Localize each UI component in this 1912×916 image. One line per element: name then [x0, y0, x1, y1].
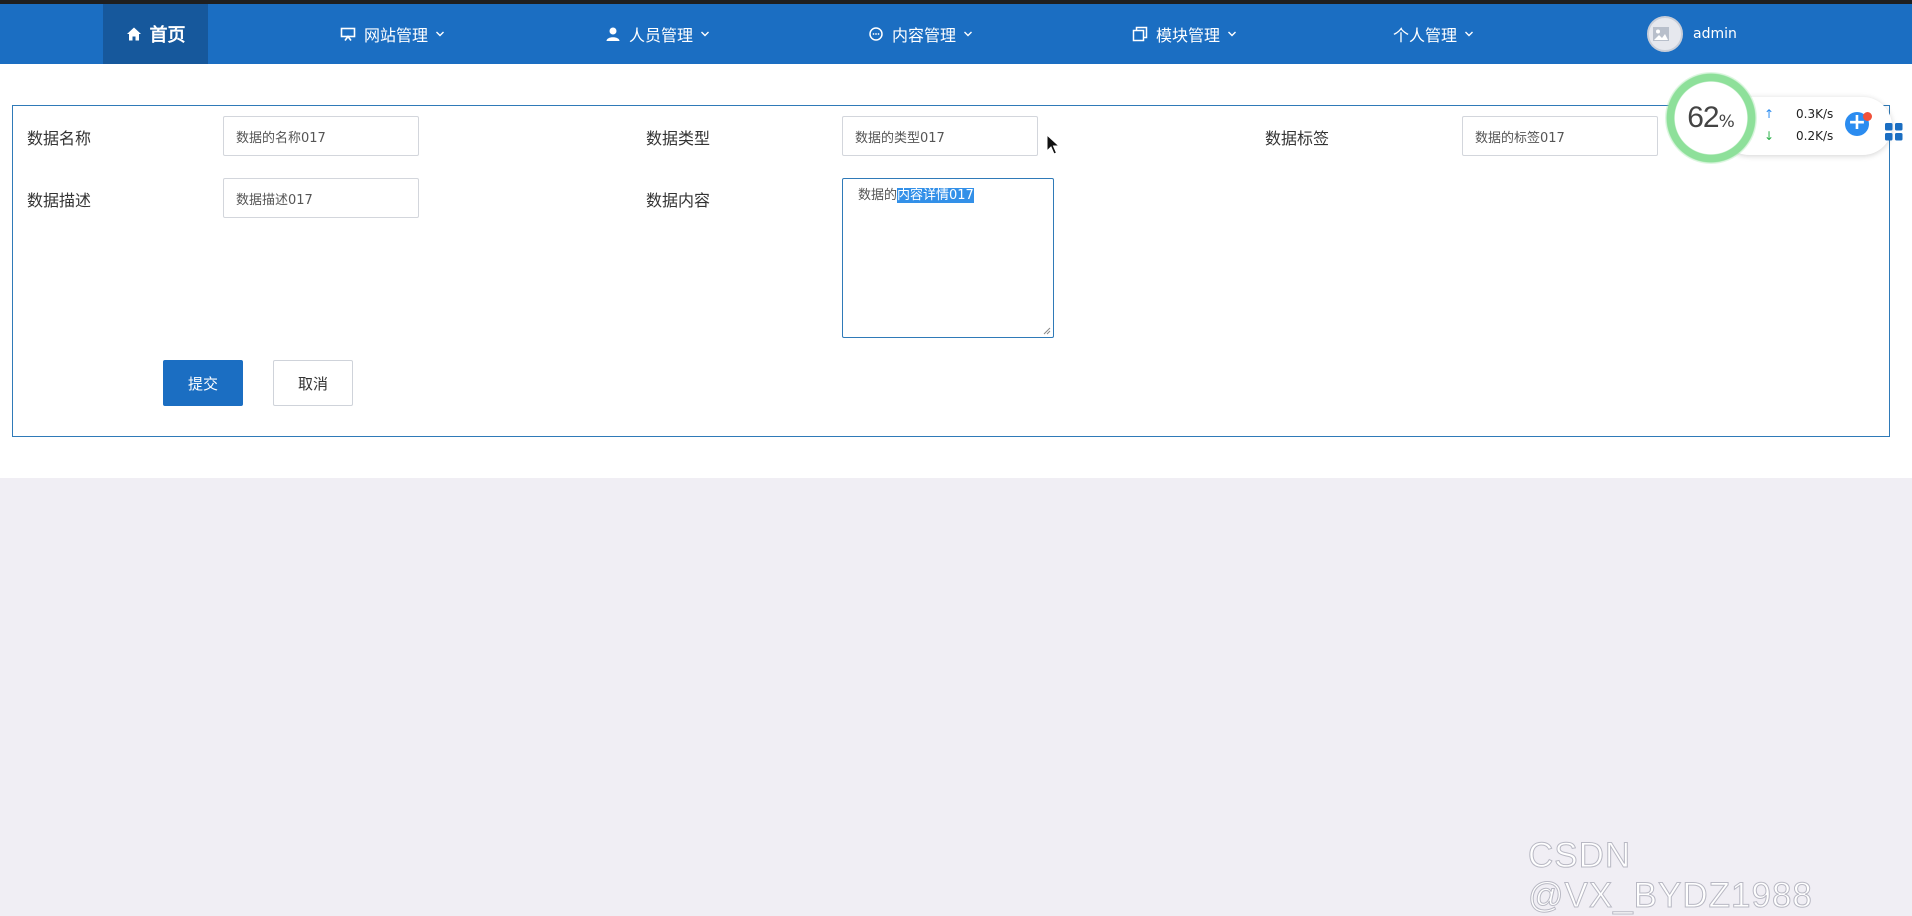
submit-button[interactable]: 提交: [163, 360, 243, 406]
chat-icon: [869, 27, 883, 41]
nav-personal-management-label: 个人管理: [1393, 26, 1458, 45]
chevron-down-icon: [436, 31, 445, 37]
nav-content-management-label: 内容管理: [892, 26, 957, 45]
description-input[interactable]: [223, 178, 419, 218]
content-text: 数据的: [858, 188, 898, 203]
download-arrow-icon: ↓: [1764, 129, 1775, 143]
chevron-down-icon: [964, 31, 973, 37]
mouse-cursor-icon: [1046, 134, 1060, 155]
nav-site-management-label: 网站管理: [364, 26, 429, 45]
description-label: 数据描述: [27, 191, 92, 210]
download-speed: 0.2K/s: [1796, 129, 1834, 143]
cancel-button[interactable]: 取消: [273, 360, 353, 406]
type-label: 数据类型: [646, 129, 711, 148]
content-selected-text: 内容详情017: [897, 188, 974, 203]
image-placeholder-icon: [1653, 27, 1669, 41]
upload-speed-row: ↑ 0.3K/s: [1764, 107, 1833, 121]
gauge-percent: 62: [1687, 101, 1719, 134]
content-label: 数据内容: [646, 191, 711, 210]
nav-home-label: 首页: [149, 25, 186, 46]
memory-gauge[interactable]: 62%: [1665, 72, 1757, 164]
gauge-percent-sign: %: [1718, 112, 1735, 132]
monitor-icon: [340, 27, 356, 41]
nav-staff-management-label: 人员管理: [629, 26, 694, 45]
name-input[interactable]: [223, 116, 419, 156]
apps-grid-icon[interactable]: [1884, 122, 1904, 142]
resize-handle-icon[interactable]: [1042, 326, 1051, 335]
tag-input[interactable]: [1462, 116, 1658, 156]
nav-user[interactable]: admin: [1647, 4, 1737, 64]
nav-personal-management[interactable]: 个人管理: [1393, 4, 1482, 64]
copy-icon: [1132, 26, 1148, 42]
nav-staff-management[interactable]: 人员管理: [605, 4, 718, 64]
nav-module-management-label: 模块管理: [1156, 26, 1221, 45]
name-label: 数据名称: [27, 129, 92, 148]
nav-content-management[interactable]: 内容管理: [868, 4, 981, 64]
user-icon: [606, 27, 620, 41]
home-icon: [126, 27, 141, 41]
nav-module-management[interactable]: 模块管理: [1132, 4, 1245, 64]
avatar: [1647, 16, 1683, 52]
nav-home[interactable]: 首页: [103, 4, 208, 64]
nav-site-management[interactable]: 网站管理: [340, 4, 453, 64]
tag-label: 数据标签: [1265, 129, 1330, 148]
chevron-down-icon: [701, 31, 710, 37]
type-input[interactable]: [842, 116, 1038, 156]
username: admin: [1693, 26, 1737, 42]
watermark: CSDN @VX_BYDZ1988: [1528, 836, 1813, 916]
chevron-down-icon: [1228, 31, 1237, 37]
upload-arrow-icon: ↑: [1764, 107, 1775, 121]
top-navbar: 首页 网站管理 人员管理 内容管理 模块管理 个人管理 admin: [0, 4, 1912, 64]
download-speed-row: ↓ 0.2K/s: [1764, 129, 1833, 143]
notification-dot: [1863, 112, 1872, 121]
content-textarea[interactable]: 数据的内容详情017: [842, 178, 1054, 338]
chevron-down-icon: [1465, 31, 1474, 37]
upload-speed: 0.3K/s: [1796, 107, 1834, 121]
